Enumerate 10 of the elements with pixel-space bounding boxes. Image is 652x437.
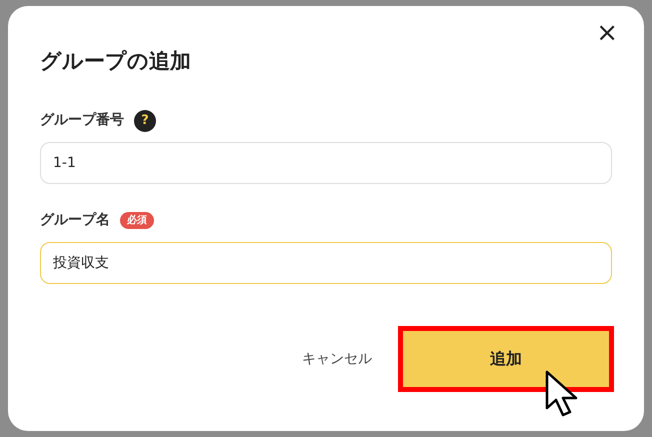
field-label: グループ名 (40, 211, 110, 230)
field-label: グループ番号 (40, 111, 124, 130)
required-badge: 必須 (120, 212, 154, 229)
cancel-button[interactable]: キャンセル (300, 339, 374, 379)
add-button[interactable]: 追加 (398, 326, 614, 392)
help-icon[interactable]: ? (134, 110, 156, 132)
close-button[interactable]: × (592, 20, 622, 46)
text-field[interactable]: 投資収支 (40, 242, 612, 284)
text-field[interactable]: 1-1 (40, 142, 612, 184)
dialog-title: グループの追加 (40, 48, 192, 75)
